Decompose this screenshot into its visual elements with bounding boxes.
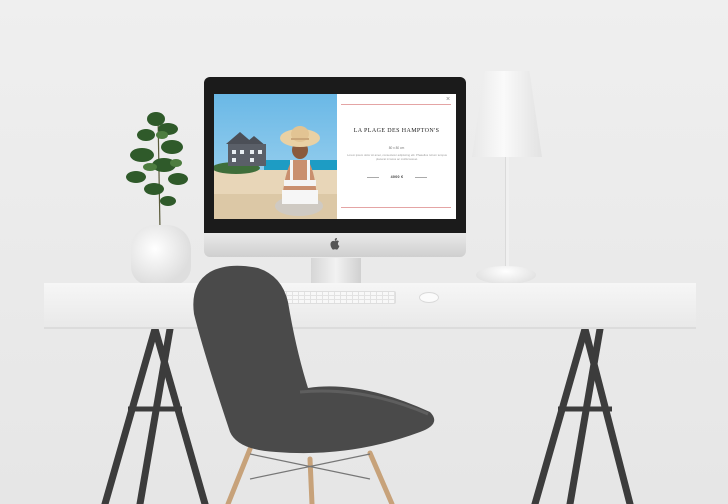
chair-shell — [193, 265, 435, 454]
painting-image[interactable] — [214, 94, 337, 219]
lamp-base — [476, 266, 536, 284]
apple-logo-icon — [330, 238, 340, 250]
price-rule-right — [415, 177, 427, 178]
plant-foliage — [126, 112, 188, 231]
product-detail-panel: × LA PLAGE DES HAMPTON'S 80 x 80 cm Lore… — [337, 94, 456, 219]
lamp-pole — [505, 157, 509, 267]
screen: × LA PLAGE DES HAMPTON'S 80 x 80 cm Lore… — [214, 94, 456, 219]
imac-monitor: × LA PLAGE DES HAMPTON'S 80 x 80 cm Lore… — [204, 77, 466, 258]
desk-scene: × LA PLAGE DES HAMPTON'S 80 x 80 cm Lore… — [0, 0, 728, 504]
price-row: 4000 € — [367, 174, 427, 180]
artwork-dimensions: 80 x 80 cm — [388, 146, 405, 150]
close-icon[interactable]: × — [444, 96, 452, 104]
monitor-bezel: × LA PLAGE DES HAMPTON'S 80 x 80 cm Lore… — [204, 77, 466, 233]
beach-painting — [214, 94, 337, 219]
artwork-title: LA PLAGE DES HAMPTON'S — [353, 128, 440, 134]
artwork-description: Lorem ipsum dolor sit amet, consectetur … — [347, 153, 447, 161]
monitor-chin — [204, 233, 466, 257]
